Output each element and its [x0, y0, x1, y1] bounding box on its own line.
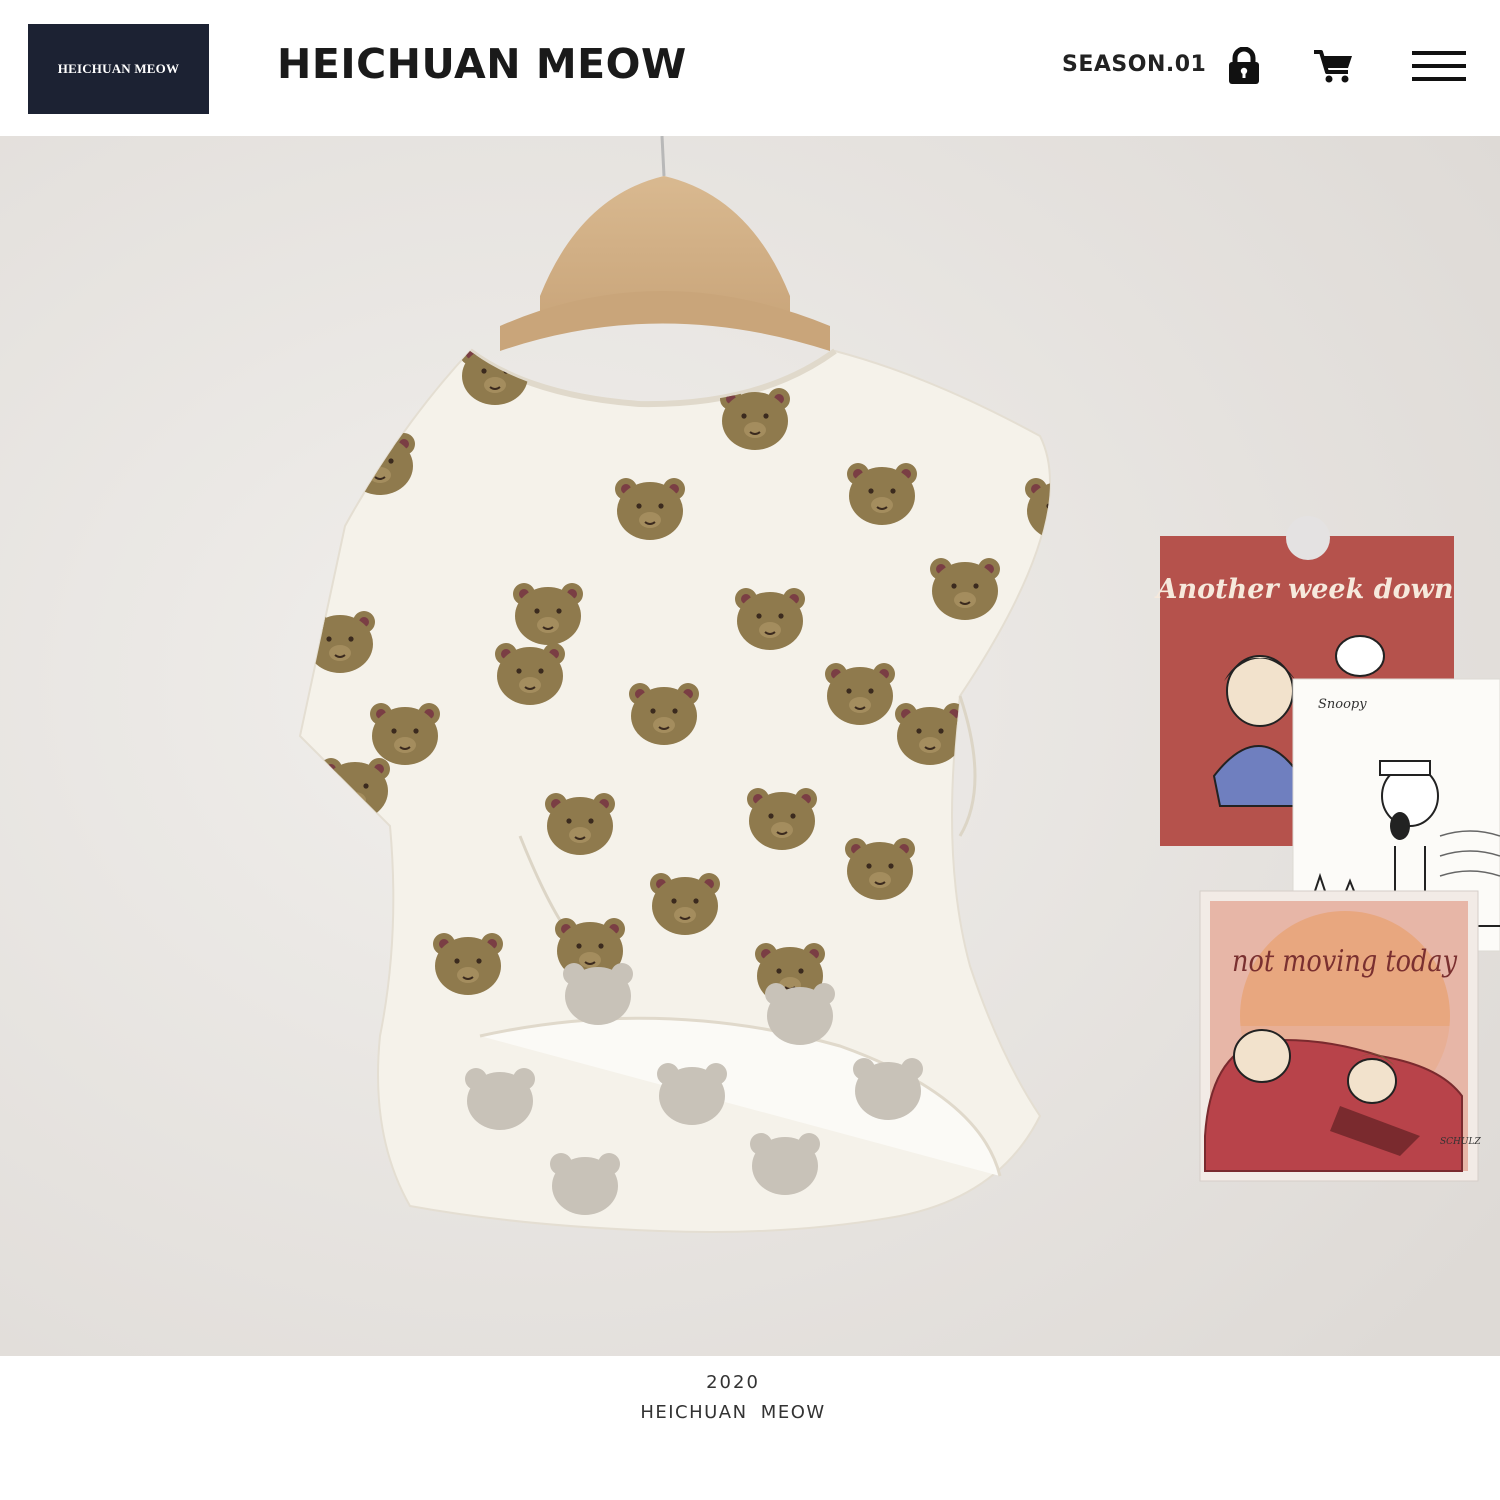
site-footer: 2020 HEICHUAN MEOW [0, 1356, 1500, 1500]
postcard-3-text: not moving today [1232, 944, 1458, 979]
footer-year: 2020 [706, 1372, 760, 1393]
logo-text: HEICHUAN MEOW [57, 61, 180, 76]
postcard-3-signature: SCHULZ [1440, 1137, 1481, 1147]
product-photo-illustration: Another week down Snoopy not moving toda… [0, 136, 1500, 1356]
site-header: HEICHUAN MEOW HEICHUAN MEOW SEASON.01 [0, 0, 1500, 136]
cart-icon[interactable] [1312, 48, 1356, 84]
menu-icon[interactable] [1410, 48, 1468, 84]
footer-brand: HEICHUAN MEOW [640, 1402, 826, 1423]
product-photo: Another week down Snoopy not moving toda… [0, 136, 1500, 1356]
brand-title: HEICHUAN MEOW [277, 40, 687, 88]
postcard-2-text: Snoopy [1318, 697, 1367, 712]
brand-logo[interactable]: HEICHUAN MEOW [28, 24, 209, 114]
postcard-not-moving: not moving today SCHULZ [1199, 890, 1481, 1182]
season-link[interactable]: SEASON.01 [1062, 52, 1206, 77]
postcard-1-text: Another week down [1154, 574, 1454, 605]
lock-icon[interactable] [1226, 46, 1262, 85]
